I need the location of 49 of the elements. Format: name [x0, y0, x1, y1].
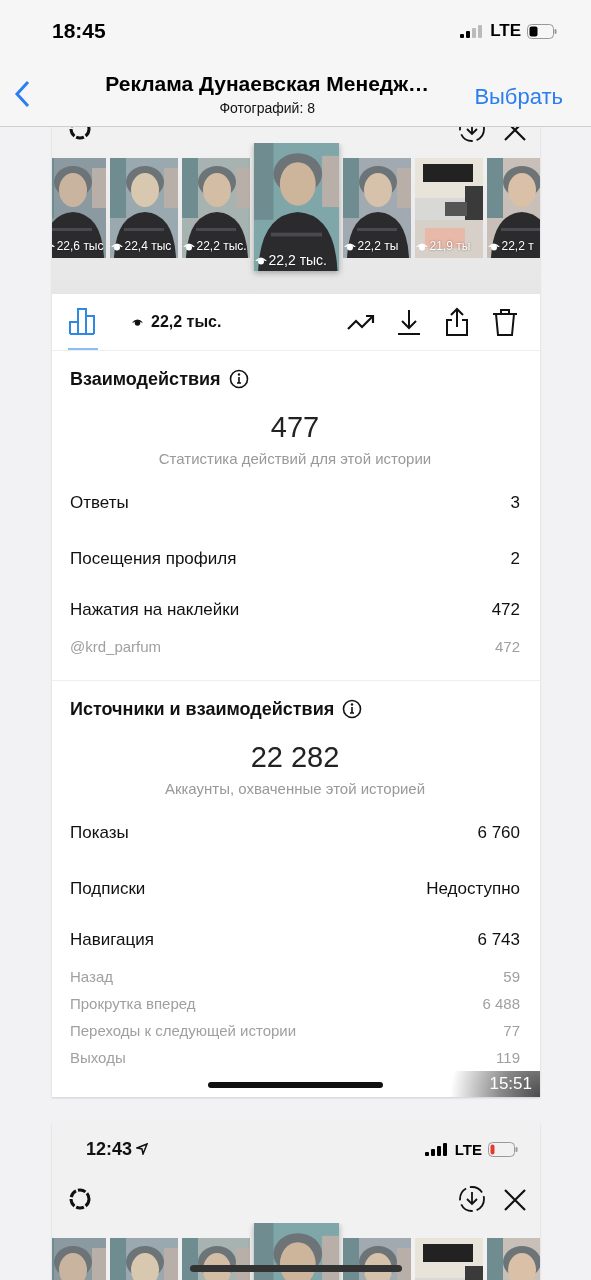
status-time: 18:45: [52, 19, 106, 43]
stat-label: Подписки: [70, 879, 146, 899]
video-duration: 15:51: [489, 1074, 532, 1094]
network-label: LTE: [490, 21, 521, 41]
story-thumbnail[interactable]: 22,2 тыс.: [181, 158, 250, 258]
album-title: Реклама Дунаевская Менедж…: [105, 72, 430, 96]
select-button[interactable]: Выбрать: [474, 84, 563, 110]
views-label: 22,2 тыс.: [182, 239, 247, 253]
views-label: 22,6 тыс: [52, 239, 104, 253]
views-label: 22,4 тыс: [110, 239, 172, 253]
stat-value: 6 488: [482, 995, 520, 1012]
views-label: 21,9 ты: [415, 239, 471, 253]
section-title: Взаимодействия: [70, 368, 221, 390]
stat-value: 6 743: [477, 930, 520, 950]
stat-label: Прокрутка вперед: [70, 995, 196, 1012]
views-label: 22,2 ты: [343, 239, 399, 253]
stat-value: 3: [510, 493, 520, 513]
photo-count: Фотографий: 8: [219, 100, 315, 116]
stat-label: @krd_parfum: [70, 638, 162, 655]
stat-label: Показы: [70, 823, 129, 843]
stat-value: 59: [503, 968, 520, 985]
stat-label: Переходы к следующей истории: [70, 1022, 297, 1039]
network-label: LTE: [454, 1140, 482, 1158]
total-count: 477: [270, 411, 320, 444]
total-caption: Статистика действий для этой истории: [158, 450, 432, 467]
stat-label: Посещения профиля: [70, 549, 237, 569]
story-thumbnail[interactable]: 22,2 т: [486, 158, 540, 258]
stat-label: Навигация: [70, 930, 154, 950]
story-thumbnail[interactable]: 22,2 тыс.: [253, 143, 339, 271]
stat-label: Ответы: [70, 493, 129, 513]
stat-label: Выходы: [70, 1049, 126, 1066]
views-label: 22,2 тыс.: [254, 252, 327, 268]
stat-value: 472: [491, 600, 520, 620]
status-time: 12:43: [86, 1138, 149, 1160]
views-count: 22,2 тыс.: [132, 313, 222, 331]
section-title: Источники и взаимодействия: [70, 698, 335, 720]
stat-value: 472: [494, 638, 520, 655]
stat-value: 77: [503, 1022, 520, 1039]
stat-label: Нажатия на наклейки: [70, 600, 240, 620]
stat-value: 6 760: [477, 823, 520, 843]
total-caption: Аккаунты, охваченные этой историей: [164, 780, 426, 797]
stat-value: 119: [496, 1049, 520, 1066]
stat-value: Недоступно: [426, 879, 520, 899]
views-label: 22,2 т: [487, 239, 534, 253]
story-thumbnail[interactable]: 22,2 ты: [342, 158, 411, 258]
story-thumbnail[interactable]: 22,4 тыс: [109, 158, 178, 258]
total-count: 22 282: [250, 741, 340, 774]
stat-value: 2: [510, 549, 520, 569]
stat-label: Назад: [70, 968, 113, 985]
